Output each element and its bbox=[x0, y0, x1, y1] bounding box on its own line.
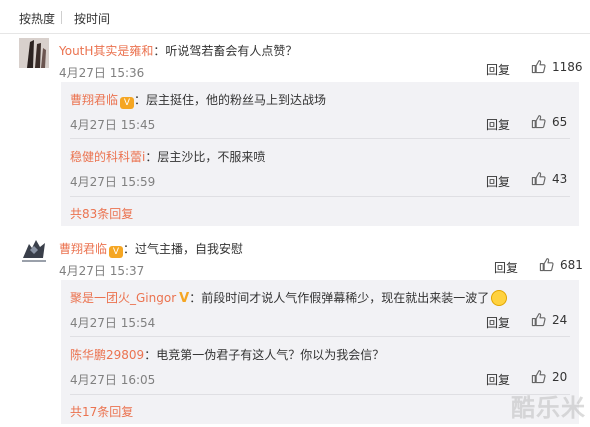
thumbs-up-icon bbox=[539, 258, 554, 272]
reply-item: 曹翔君临 V ：层主挺住，他的粉丝马上到达战场 4月27日 15:45 回复 65 bbox=[61, 82, 579, 138]
reply-button[interactable]: 回复 bbox=[486, 173, 510, 190]
reply-time: 4月27日 15:59 bbox=[70, 175, 156, 189]
reply-item: 稳健的科科蕾i：层主沙比，不服来喷 4月27日 15:59 回复 43 bbox=[61, 139, 579, 195]
reply-text: ：前段时间才说人气作假弹幕稀少，现在就出来装一波了 bbox=[189, 291, 490, 305]
username-link[interactable]: 陈华鹏29809 bbox=[70, 348, 144, 362]
like-count: 65 bbox=[552, 115, 568, 129]
username-link[interactable]: 曹翔君临 bbox=[59, 242, 107, 256]
reply-time: 4月27日 16:05 bbox=[70, 373, 156, 387]
like-button[interactable]: 1186 bbox=[531, 59, 583, 74]
reply-button[interactable]: 回复 bbox=[486, 116, 510, 133]
reply-header: 陈华鹏29809：电竞第一伪君子有这人气？你以为我会信？ bbox=[70, 346, 384, 363]
comment-header: YoutH其实是雍和：听说驾若畜会有人点赞？ bbox=[59, 42, 297, 59]
smile-emoji-icon bbox=[491, 290, 508, 306]
thumbs-up-icon bbox=[531, 313, 546, 327]
comment-header: 曹翔君临 V ：过气主播，自我安慰 bbox=[59, 240, 243, 258]
thumbs-up-icon bbox=[531, 370, 546, 384]
sort-divider bbox=[61, 11, 62, 24]
reply-text: ：层主挺住，他的粉丝马上到达战场 bbox=[134, 93, 327, 107]
reply-item: 陈华鹏29809：电竞第一伪君子有这人气？你以为我会信？ 4月27日 16:05… bbox=[61, 337, 579, 393]
vip-crown-icon: V bbox=[179, 291, 190, 306]
like-count: 681 bbox=[560, 258, 583, 272]
reply-list: 聚是一团火_Gingor V：前段时间才说人气作假弹幕稀少，现在就出来装一波了 4… bbox=[61, 280, 579, 424]
comment-time: 4月27日 15:37 bbox=[59, 264, 145, 278]
like-count: 20 bbox=[552, 370, 568, 384]
like-button[interactable]: 20 bbox=[531, 369, 567, 384]
watermark-logo: 酷乐米 bbox=[511, 394, 586, 422]
sort-by-hot-tab[interactable]: 按热度 bbox=[19, 10, 55, 27]
reply-header: 聚是一团火_Gingor V：前段时间才说人气作假弹幕稀少，现在就出来装一波了 bbox=[70, 289, 508, 306]
comment-time: 4月27日 15:36 bbox=[59, 66, 145, 80]
like-count: 1186 bbox=[552, 60, 583, 74]
reply-text: ：电竞第一伪君子有这人气？你以为我会信？ bbox=[144, 348, 385, 362]
more-replies-link[interactable]: 共83条回复 bbox=[70, 205, 133, 222]
username-link[interactable]: YoutH其实是雍和 bbox=[59, 44, 153, 58]
avatar[interactable] bbox=[19, 236, 49, 266]
like-button[interactable]: 65 bbox=[531, 114, 567, 129]
thumbs-up-icon bbox=[531, 172, 546, 186]
sort-by-time-tab[interactable]: 按时间 bbox=[74, 10, 110, 27]
like-count: 43 bbox=[552, 172, 568, 186]
thumbs-up-icon bbox=[531, 60, 546, 74]
comment-text: ：过气主播，自我安慰 bbox=[123, 242, 244, 256]
reply-item: 聚是一团火_Gingor V：前段时间才说人气作假弹幕稀少，现在就出来装一波了 4… bbox=[61, 280, 579, 336]
like-button[interactable]: 681 bbox=[539, 257, 583, 272]
reply-list: 曹翔君临 V ：层主挺住，他的粉丝马上到达战场 4月27日 15:45 回复 65 … bbox=[61, 82, 579, 226]
reply-button[interactable]: 回复 bbox=[486, 314, 510, 331]
username-link[interactable]: 曹翔君临 bbox=[70, 93, 118, 107]
sort-bar: 按热度 按时间 bbox=[0, 0, 590, 34]
reply-text: ：层主沙比，不服来喷 bbox=[145, 150, 266, 164]
reply-time: 4月27日 15:45 bbox=[70, 118, 156, 132]
reply-button[interactable]: 回复 bbox=[486, 61, 510, 78]
reply-button[interactable]: 回复 bbox=[486, 371, 510, 388]
vip-badge-icon: V bbox=[109, 246, 124, 258]
reply-header: 曹翔君临 V ：层主挺住，他的粉丝马上到达战场 bbox=[70, 91, 326, 109]
reply-time: 4月27日 15:54 bbox=[70, 316, 156, 330]
comment-text: ：听说驾若畜会有人点赞？ bbox=[153, 44, 298, 58]
username-link[interactable]: 聚是一团火_Gingor bbox=[70, 291, 176, 305]
like-button[interactable]: 43 bbox=[531, 171, 567, 186]
like-button[interactable]: 24 bbox=[531, 312, 567, 327]
like-count: 24 bbox=[552, 313, 568, 327]
username-link[interactable]: 稳健的科科蕾i bbox=[70, 150, 145, 164]
vip-badge-icon: V bbox=[120, 97, 135, 109]
reply-header: 稳健的科科蕾i：层主沙比，不服来喷 bbox=[70, 148, 265, 165]
thumbs-up-icon bbox=[531, 115, 546, 129]
more-replies-link[interactable]: 共17条回复 bbox=[70, 403, 133, 420]
reply-button[interactable]: 回复 bbox=[494, 259, 518, 276]
avatar[interactable] bbox=[19, 38, 49, 68]
reply-divider bbox=[70, 196, 570, 197]
reply-divider bbox=[70, 394, 570, 395]
